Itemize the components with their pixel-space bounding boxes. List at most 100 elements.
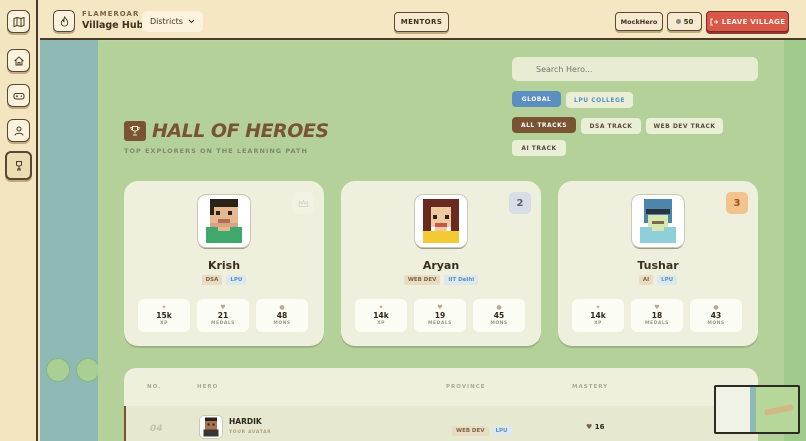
hero-card-2[interactable]: 2 Aryan WEB DEV IIT Delhi ✦ 14k XP ♥ 19 MEDA… — [341, 181, 541, 346]
search-input[interactable] — [512, 57, 758, 81]
leave-village-button[interactable]: LEAVE VILLAGE — [706, 11, 789, 32]
sidebar-item-leaderboard[interactable] — [5, 151, 32, 180]
sidebar-item-games[interactable] — [7, 84, 30, 107]
xp-icon: ✦ — [595, 304, 601, 311]
filter-ai-track[interactable]: AI TRACK — [512, 140, 566, 156]
sidebar-item-profile[interactable] — [7, 119, 30, 142]
brand-kicker: FLAMEROAR — [82, 10, 140, 18]
districts-label: Districts — [150, 17, 183, 26]
row-rank: 04 — [150, 424, 163, 434]
hero-name: Tushar — [637, 259, 679, 272]
leave-village-label: LEAVE VILLAGE — [721, 17, 786, 26]
mons-label: MONS — [707, 321, 725, 326]
user-profile-button[interactable]: MockHero — [615, 12, 663, 31]
village-logo[interactable] — [53, 10, 75, 32]
mons-icon: ● — [713, 304, 719, 311]
stat-mons: ● 48 MONS — [256, 299, 308, 332]
coin-balance: 50 — [667, 12, 702, 31]
xp-icon: ✦ — [378, 304, 384, 311]
xp-value: 14k — [373, 311, 389, 320]
flame-icon — [60, 15, 68, 27]
column-header-no: NO. — [147, 384, 162, 390]
sidebar-item-map[interactable] — [7, 10, 30, 33]
mons-label: MONS — [490, 321, 508, 326]
stat-medals: ♥ 21 MEDALS — [197, 299, 249, 332]
left-sidebar — [0, 0, 38, 441]
college-tag: LPU — [226, 275, 247, 285]
minimap[interactable] — [714, 385, 800, 434]
stat-medals: ♥ 18 MEDALS — [631, 299, 683, 332]
column-header-mastery: MASTERY — [572, 384, 609, 390]
xp-icon: ✦ — [161, 304, 167, 311]
page-title: Village Hub — [82, 20, 144, 31]
districts-dropdown[interactable]: Districts — [142, 11, 203, 32]
row-hero-subtitle: YOUR AVATAR — [229, 430, 272, 435]
map-icon — [13, 16, 24, 27]
row-hero-name: HARDIK — [229, 417, 262, 426]
minimap-river — [750, 387, 756, 432]
medals-label: MEDALS — [645, 321, 669, 326]
leaderboard-table: NO. HERO PROVINCE MASTERY 04 HARDIK YOUR… — [124, 368, 758, 441]
bush — [46, 358, 70, 382]
stat-xp: ✦ 14k XP — [355, 299, 407, 332]
hero-name: Krish — [207, 259, 241, 272]
medals-value: 18 — [651, 311, 663, 320]
gamepad-icon — [13, 92, 24, 99]
top-bar: FLAMEROAR Village Hub Districts MENTORS … — [40, 0, 806, 40]
trophy-icon — [15, 160, 22, 170]
stat-xp: ✦ 14k XP — [572, 299, 624, 332]
xp-label: XP — [160, 321, 168, 326]
medals-label: MEDALS — [211, 321, 235, 326]
medals-value: 21 — [217, 311, 229, 320]
hero-card-1[interactable]: Krish DSA LPU ✦ 15k XP ♥ 21 MEDALS ● 48 MONS — [124, 181, 324, 346]
mastery-icon: ♥ — [586, 423, 595, 431]
college-tag: LPU — [491, 426, 512, 436]
home-icon — [13, 55, 24, 65]
xp-value: 14k — [590, 311, 606, 320]
avatar — [415, 195, 467, 247]
avatar — [200, 416, 222, 438]
filter-dsa-track[interactable]: DSA TRACK — [581, 118, 641, 134]
hall-trophy-icon — [124, 121, 146, 141]
grass-edge — [784, 40, 806, 441]
filter-all-tracks[interactable]: ALL TRACKS — [512, 117, 576, 133]
xp-value: 15k — [156, 311, 172, 320]
medals-value: 19 — [434, 311, 446, 320]
filter-web-dev-track[interactable]: WEB DEV TRACK — [646, 118, 723, 134]
mons-value: 43 — [710, 311, 722, 320]
mons-icon: ● — [279, 304, 285, 311]
mons-value: 45 — [493, 311, 505, 320]
coin-icon — [675, 19, 681, 24]
hall-of-heroes-subtitle: TOP EXPLORERS ON THE LEARNING PATH — [124, 147, 308, 155]
medals-label: MEDALS — [428, 321, 452, 326]
track-tag: WEB DEV — [452, 426, 489, 436]
hero-name: Aryan — [422, 259, 460, 272]
bush — [76, 358, 100, 382]
medal-icon: ♥ — [654, 304, 660, 311]
mentors-button[interactable]: MENTORS — [394, 12, 449, 32]
track-tag: AI — [638, 275, 654, 285]
sidebar-item-home[interactable] — [7, 49, 30, 72]
college-tag: LPU — [657, 275, 678, 285]
rank-badge-crown — [292, 192, 314, 214]
hero-card-3[interactable]: 3 Tushar AI LPU ✦ 14k XP ♥ 18 MEDALS ● 43 MONS — [558, 181, 758, 346]
column-header-hero: HERO — [197, 384, 219, 390]
college-tag: IIT Delhi — [444, 275, 479, 285]
avatar — [198, 195, 250, 247]
filter-lpu-college[interactable]: LPU COLLEGE — [566, 92, 633, 108]
user-icon — [14, 126, 23, 136]
medal-icon: ♥ — [220, 304, 226, 311]
table-row[interactable]: 04 HARDIK YOUR AVATAR WEB DEV LPU ♥ 16 — [124, 406, 758, 441]
rank-badge: 2 — [509, 192, 531, 214]
mons-value: 48 — [276, 311, 288, 320]
rank-badge: 3 — [726, 192, 748, 214]
filter-global[interactable]: GLOBAL — [512, 91, 561, 107]
exit-icon — [710, 18, 718, 25]
stat-medals: ♥ 19 MEDALS — [414, 299, 466, 332]
stat-mons: ● 43 MONS — [690, 299, 742, 332]
track-tag: WEB DEV — [403, 275, 441, 285]
crown-icon — [297, 198, 309, 207]
trophy-icon — [130, 126, 140, 136]
mons-label: MONS — [273, 321, 291, 326]
track-tag: DSA — [201, 275, 223, 285]
